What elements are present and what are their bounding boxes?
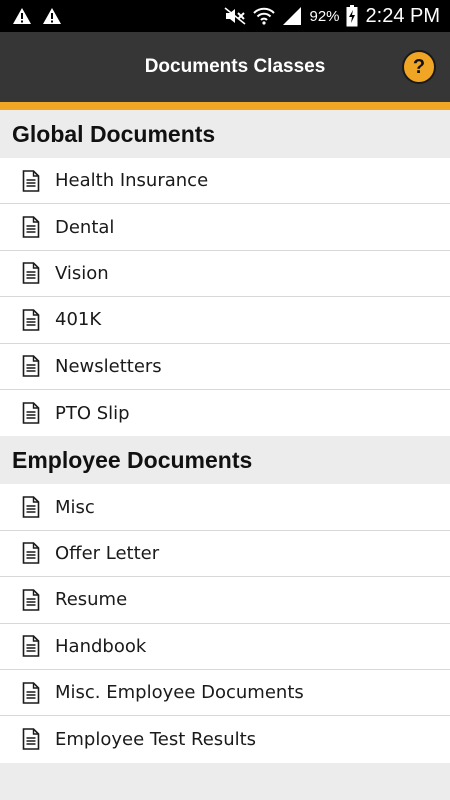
list-item[interactable]: Newsletters (0, 344, 450, 390)
document-icon (22, 169, 40, 192)
wifi-icon (253, 6, 276, 26)
signal-icon (281, 6, 303, 26)
document-icon (22, 728, 40, 751)
document-icon (22, 309, 40, 331)
warning-icon (12, 7, 32, 25)
document-icon (22, 542, 40, 565)
list-item[interactable]: 401K (0, 297, 450, 344)
list-item[interactable]: Misc (0, 484, 450, 531)
list-item[interactable]: Handbook (0, 624, 450, 670)
document-icon (22, 262, 40, 285)
clock: 2:24 PM (365, 4, 440, 27)
notification-area (12, 7, 72, 25)
section-header-employee-documents: Employee Documents (0, 436, 450, 485)
list-item[interactable]: Vision (0, 251, 450, 298)
list-item-label: Employee Test Results (55, 728, 257, 750)
document-icon (22, 496, 40, 518)
list-item[interactable]: Employee Test Results (0, 716, 450, 762)
document-icon (22, 402, 40, 424)
list-item[interactable]: Health Insurance (0, 158, 450, 205)
list-item-label: Dental (55, 216, 115, 238)
list-item-label: 401K (55, 309, 102, 331)
document-icon (22, 589, 40, 611)
list-item[interactable]: Offer Letter (0, 531, 450, 578)
system-status: 92% 2:24 PM (217, 5, 440, 28)
list-item-label: Health Insurance (55, 170, 209, 192)
status-bar: 92% 2:24 PM (0, 0, 450, 32)
battery-percent: 92% (309, 7, 340, 25)
document-icon (22, 635, 40, 658)
list-item[interactable]: Misc. Employee Documents (0, 670, 450, 717)
list-item-label: Newsletters (55, 355, 162, 377)
global-documents-list: Health Insurance Dental Vision 401K News… (0, 158, 450, 437)
list-item[interactable]: PTO Slip (0, 390, 450, 436)
list-item-label: Handbook (55, 635, 147, 657)
list-item-label: Offer Letter (55, 542, 160, 564)
help-icon: ? (412, 55, 426, 78)
list-item[interactable]: Dental (0, 204, 450, 251)
employee-documents-list: Misc Offer Letter Resume Handbook Misc. … (0, 484, 450, 763)
section-header-global-documents: Global Documents (0, 110, 450, 158)
list-item-label: Misc. Employee Documents (55, 682, 304, 704)
list-item-label: Misc (55, 496, 95, 518)
list-item-label: PTO Slip (55, 402, 130, 424)
document-icon (22, 681, 40, 704)
list-item-label: Vision (55, 262, 109, 284)
page-title: Documents Classes (144, 56, 326, 77)
warning-icon (42, 7, 62, 25)
document-classes-list: Global Documents Health Insurance Dental… (0, 110, 450, 763)
document-icon (22, 216, 40, 238)
list-item-label: Resume (55, 589, 128, 611)
help-button[interactable]: ? (402, 50, 436, 84)
mute-icon (223, 6, 247, 26)
document-icon (22, 355, 40, 378)
battery-icon (346, 5, 358, 27)
app-bar: Documents Classes ? (0, 32, 450, 110)
list-item[interactable]: Resume (0, 577, 450, 624)
